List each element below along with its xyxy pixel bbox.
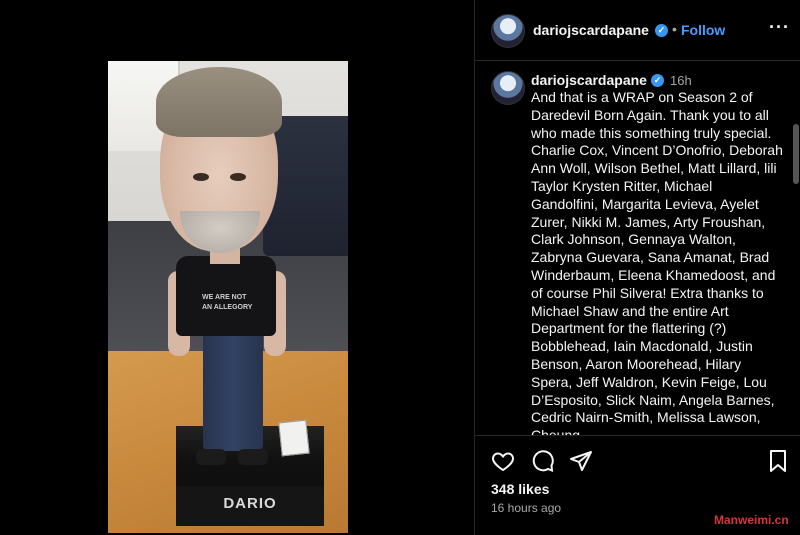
bobblehead-hair <box>156 67 282 137</box>
caption-avatar[interactable] <box>491 71 525 105</box>
watermark: Manweimi.cn <box>714 513 789 527</box>
bobblehead-base-label: DARIO <box>223 495 277 512</box>
caption-area[interactable]: dariojscardapane ✓ 16h And that is a WRA… <box>475 61 800 435</box>
post-header: dariojscardapane ✓ • Follow ··· <box>475 0 800 61</box>
caption-scrollbar[interactable] <box>793 124 799 184</box>
shirt-text-line1: WE ARE NOT <box>202 294 247 301</box>
bobblehead-legs <box>203 321 263 451</box>
verified-badge-icon: ✓ <box>655 24 668 37</box>
bobblehead-tag <box>278 419 310 457</box>
heart-icon[interactable] <box>491 449 515 478</box>
caption-verified-badge-icon: ✓ <box>651 74 664 87</box>
bobblehead-shoe-right <box>238 449 268 465</box>
post-caption: And that is a WRAP on Season 2 of Darede… <box>531 89 783 435</box>
post-photo[interactable]: DARIO WE ARE NOT AN ALLEGORY <box>108 61 348 533</box>
more-options-icon[interactable]: ··· <box>769 17 790 38</box>
caption-time: 16h <box>670 73 692 88</box>
bobblehead-eye-right <box>230 173 246 181</box>
shirt-text-line2: AN ALLEGORY <box>202 304 253 311</box>
divider <box>475 435 800 436</box>
post-panel: dariojscardapane ✓ • Follow ··· dariojsc… <box>474 0 800 535</box>
caption-username[interactable]: dariojscardapane <box>531 72 647 88</box>
header-username[interactable]: dariojscardapane <box>533 22 649 38</box>
paper-plane-icon[interactable] <box>569 449 593 478</box>
comment-icon[interactable] <box>531 449 555 478</box>
bobblehead-shoe-left <box>196 449 226 465</box>
avatar[interactable] <box>491 14 525 48</box>
bobblehead-shirt-text: WE ARE NOT AN ALLEGORY <box>202 293 272 313</box>
follow-button[interactable]: Follow <box>681 22 725 38</box>
header-separator: • <box>672 21 677 37</box>
post-timestamp[interactable]: 16 hours ago <box>491 501 561 515</box>
likes-count[interactable]: 348 likes <box>491 481 549 497</box>
bookmark-icon[interactable] <box>767 449 789 478</box>
post-media: DARIO WE ARE NOT AN ALLEGORY <box>0 0 473 535</box>
bobblehead-eye-left <box>193 173 209 181</box>
